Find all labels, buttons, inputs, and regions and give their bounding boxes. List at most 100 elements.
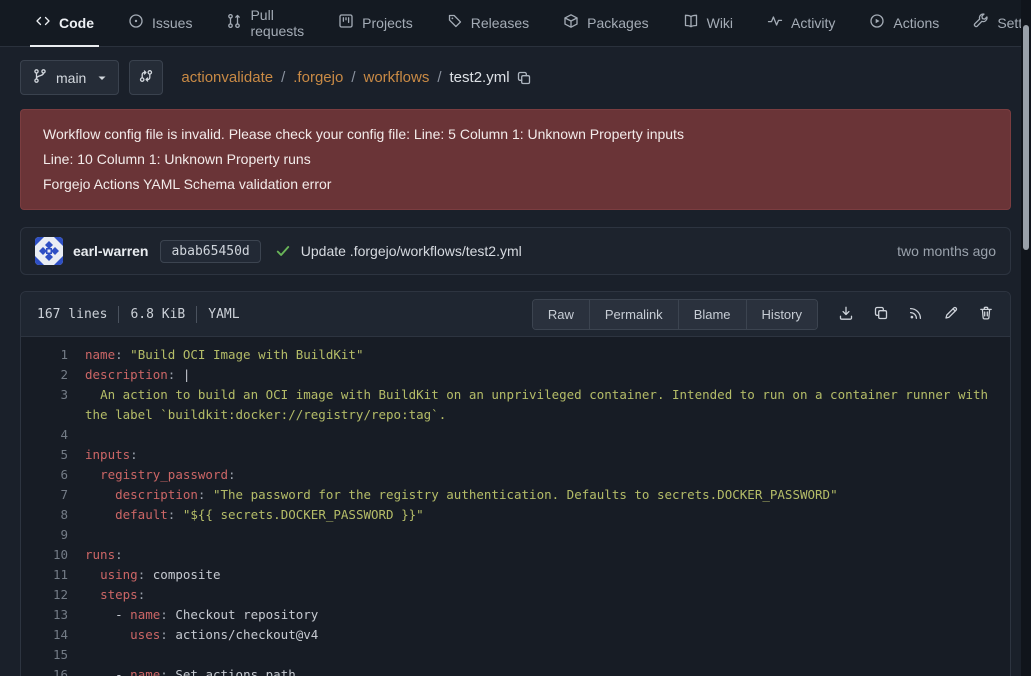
- line-content: inputs:: [85, 445, 1010, 465]
- tab-packages[interactable]: Packages: [558, 0, 653, 47]
- tab-releases[interactable]: Releases: [442, 0, 534, 47]
- code-line: 4: [21, 425, 1010, 445]
- tab-activity[interactable]: Activity: [762, 0, 840, 47]
- tab-pull-requests[interactable]: Pull requests: [221, 0, 309, 47]
- line-number[interactable]: 13: [21, 605, 85, 625]
- tab-code[interactable]: Code: [30, 0, 99, 47]
- scrollbar-thumb[interactable]: [1023, 25, 1029, 250]
- rss-icon: [908, 305, 924, 324]
- download-icon[interactable]: [838, 305, 854, 324]
- workflow-error-banner: Workflow config file is invalid. Please …: [20, 109, 1011, 210]
- line-content: default: "${{ secrets.DOCKER_PASSWORD }}…: [85, 505, 1010, 525]
- line-number[interactable]: 3: [21, 385, 85, 425]
- tab-wiki[interactable]: Wiki: [678, 0, 738, 47]
- tab-projects[interactable]: Projects: [333, 0, 418, 47]
- code-line: 13 - name: Checkout repository: [21, 605, 1010, 625]
- line-number[interactable]: 2: [21, 365, 85, 385]
- commit-sha-badge[interactable]: abab65450d: [160, 240, 260, 263]
- line-content: uses: actions/checkout@v4: [85, 625, 1010, 645]
- tools-icon: [973, 13, 989, 32]
- branch-selector-button[interactable]: main: [20, 60, 119, 95]
- line-number[interactable]: 11: [21, 565, 85, 585]
- pulse-icon: [767, 13, 783, 32]
- rss-icon[interactable]: [908, 305, 924, 324]
- branch-name: main: [56, 70, 86, 86]
- code-token: -: [85, 607, 130, 622]
- tab-actions[interactable]: Actions: [864, 0, 944, 47]
- avatar[interactable]: [35, 237, 63, 265]
- edit-icon[interactable]: [943, 305, 959, 324]
- line-content: runs:: [85, 545, 1010, 565]
- breadcrumb-separator: /: [437, 69, 441, 86]
- code-token: "The password for the registry authentic…: [213, 487, 838, 502]
- breadcrumb: actionvalidate/.forgejo/workflows/test2.…: [181, 69, 509, 86]
- line-number[interactable]: 14: [21, 625, 85, 645]
- delete-icon[interactable]: [978, 305, 994, 324]
- code-token: Checkout repository: [175, 607, 318, 622]
- line-number[interactable]: 4: [21, 425, 85, 445]
- copy-icon[interactable]: [873, 305, 889, 324]
- tab-label: Packages: [587, 15, 648, 31]
- line-content: - name: Checkout repository: [85, 605, 1010, 625]
- tab-label: Releases: [471, 15, 529, 31]
- line-number[interactable]: 15: [21, 645, 85, 665]
- code-viewer: 1name: "Build OCI Image with BuildKit"2d…: [21, 337, 1010, 676]
- code-token: [85, 467, 100, 482]
- code-token: [85, 567, 100, 582]
- code-line: 9: [21, 525, 1010, 545]
- line-number[interactable]: 9: [21, 525, 85, 545]
- line-number[interactable]: 5: [21, 445, 85, 465]
- line-number[interactable]: 7: [21, 485, 85, 505]
- tag-icon: [447, 13, 463, 32]
- history-button[interactable]: History: [746, 300, 817, 329]
- line-number[interactable]: 16: [21, 665, 85, 676]
- line-content: - name: Set actions path: [85, 665, 1010, 676]
- page-scrollbar[interactable]: [1021, 0, 1031, 676]
- code-token: :: [168, 507, 183, 522]
- code-token: :: [160, 607, 175, 622]
- line-content: An action to build an OCI image with Bui…: [85, 385, 1010, 425]
- line-content: description: "The password for the regis…: [85, 485, 1010, 505]
- line-number[interactable]: 1: [21, 345, 85, 365]
- tab-label: Actions: [893, 15, 939, 31]
- line-number[interactable]: 6: [21, 465, 85, 485]
- code-token: -: [85, 667, 130, 676]
- line-number[interactable]: 10: [21, 545, 85, 565]
- code-token: :: [138, 587, 146, 602]
- line-content: [85, 425, 1010, 445]
- line-content: [85, 645, 1010, 665]
- breadcrumb-link[interactable]: actionvalidate: [181, 69, 273, 86]
- code-token: [85, 487, 115, 502]
- tab-issues[interactable]: Issues: [123, 0, 197, 47]
- compare-button[interactable]: [129, 60, 163, 95]
- blame-button[interactable]: Blame: [678, 300, 746, 329]
- book-icon: [683, 13, 699, 32]
- code-line: 10runs:: [21, 545, 1010, 565]
- commit-status-check-icon[interactable]: [275, 243, 291, 259]
- code-token: :: [160, 667, 175, 676]
- copy-icon: [873, 305, 889, 324]
- line-content: steps:: [85, 585, 1010, 605]
- permalink-button[interactable]: Permalink: [589, 300, 678, 329]
- copy-path-icon[interactable]: [516, 70, 532, 86]
- line-number[interactable]: 8: [21, 505, 85, 525]
- file-view: 167 lines 6.8 KiB YAML RawPermalinkBlame…: [20, 291, 1011, 676]
- commit-message[interactable]: Update .forgejo/workflows/test2.yml: [301, 243, 522, 259]
- code-token: name: [85, 347, 115, 362]
- play-circle-icon: [869, 13, 885, 32]
- code-icon: [35, 13, 51, 32]
- commit-author[interactable]: earl-warren: [73, 243, 148, 259]
- code-line: 2description: |: [21, 365, 1010, 385]
- latest-commit-bar: earl-warren abab65450d Update .forgejo/w…: [20, 227, 1011, 275]
- line-number[interactable]: 12: [21, 585, 85, 605]
- line-content: using: composite: [85, 565, 1010, 585]
- code-token: |: [183, 367, 191, 382]
- breadcrumb-link[interactable]: .forgejo: [293, 69, 343, 86]
- file-header: 167 lines 6.8 KiB YAML RawPermalinkBlame…: [21, 292, 1010, 337]
- code-token: default: [115, 507, 168, 522]
- tab-label: Pull requests: [250, 7, 304, 39]
- code-line: 3 An action to build an OCI image with B…: [21, 385, 1010, 425]
- raw-button[interactable]: Raw: [533, 300, 589, 329]
- code-token: :: [138, 567, 153, 582]
- breadcrumb-link[interactable]: workflows: [363, 69, 429, 86]
